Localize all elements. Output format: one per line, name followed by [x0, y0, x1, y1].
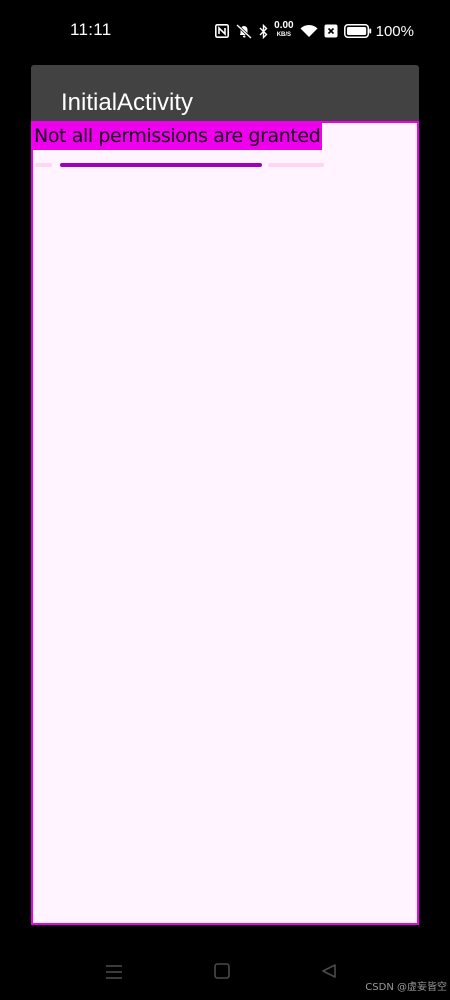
content-area: Not all permissions are granted	[31, 121, 419, 925]
app-bar: InitialActivity	[31, 65, 419, 122]
progress-indicator	[60, 163, 262, 167]
status-time: 11:11	[70, 20, 112, 39]
net-speed-indicator: 0.00 KB/S	[274, 20, 294, 39]
app-title: InitialActivity	[61, 89, 194, 116]
progress-bar	[35, 163, 324, 167]
nfc-icon	[215, 24, 230, 38]
bluetooth-icon	[259, 23, 268, 39]
permission-message: Not all permissions are granted	[33, 123, 323, 150]
net-speed-value: 0.00	[274, 20, 294, 31]
battery-percent: 100%	[375, 22, 414, 40]
status-bar: 11:11 0.00 KB/S 100%	[0, 0, 450, 62]
progress-track-right	[268, 163, 324, 167]
menu-icon[interactable]	[104, 962, 124, 987]
mute-icon	[235, 23, 253, 39]
sim-none-icon	[324, 24, 338, 38]
status-icons: 0.00 KB/S 100%	[215, 20, 414, 42]
watermark: CSDN @虚妄皆空	[365, 982, 447, 993]
back-icon[interactable]	[320, 962, 338, 985]
home-icon[interactable]	[213, 962, 231, 985]
battery-icon	[343, 24, 372, 38]
net-speed-unit: KB/S	[276, 32, 292, 38]
progress-track-left	[35, 163, 52, 167]
wifi-icon	[300, 24, 318, 38]
